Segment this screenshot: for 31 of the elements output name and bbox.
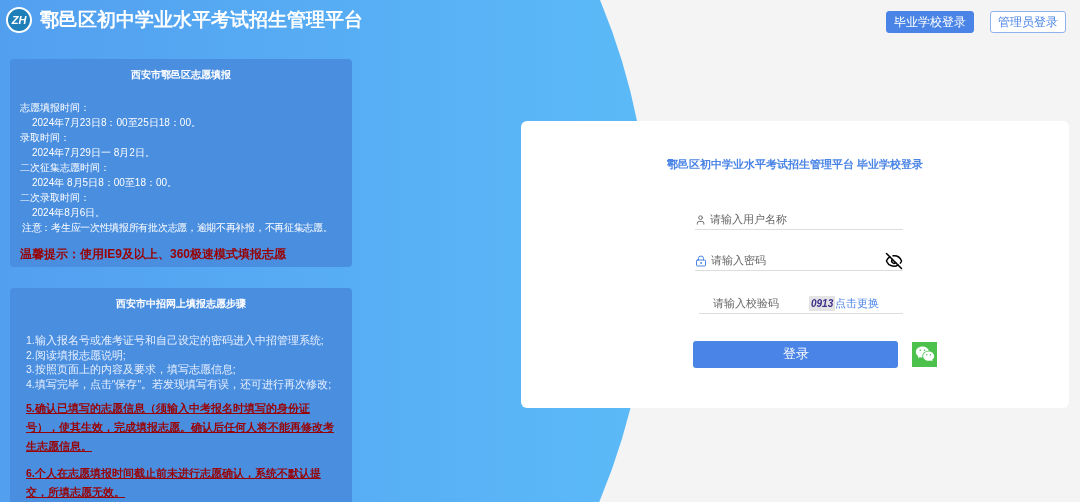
- user-icon: [695, 213, 707, 226]
- site-title: 鄠邑区初中学业水平考试招生管理平台: [40, 8, 363, 33]
- nav-button[interactable]: 管理员登录: [990, 11, 1066, 33]
- step-text: 5.确认已填写的志愿信息（须输入中考报名时填写的身份证号），使其生效，完成填报志愿。确认后任何人将不能再修改考生志愿信息。: [26, 401, 335, 454]
- login-button[interactable]: 登录: [693, 340, 898, 368]
- step-text: 3.按照页面上的内容及要求，填写志愿信息;: [26, 362, 237, 377]
- step-text: 1.输入报名号或准考证号和自己设定的密码进入中招管理系统;: [26, 333, 325, 348]
- warning-tip: 温馨提示：使用IE9及以上、360极速模式填报志愿: [20, 245, 288, 263]
- lock-icon: [695, 254, 707, 267]
- captcha-field[interactable]: 请输入校验码: [699, 295, 809, 312]
- panel-title: 西安市鄠邑区志愿填报: [130, 67, 232, 82]
- panel-title: 西安市中招网上填报志愿步骤: [115, 297, 247, 311]
- eye-slash-icon[interactable]: [885, 251, 903, 270]
- step-text: 6.个人在志愿填报时间截止前未进行志愿确认，系统不默认提交，所填志愿无效。: [26, 466, 322, 500]
- schedule-time: 2024年7月29日一 8月2日。: [31, 145, 156, 160]
- notice-text: 注意：考生应一次性填报所有批次志愿，逾期不再补报，不再征集志愿。: [21, 220, 334, 235]
- nav-button[interactable]: 毕业学校登录: [886, 11, 974, 33]
- schedule-label: 二次征集志愿时间：: [20, 160, 111, 175]
- captcha-image[interactable]: 0913: [809, 296, 836, 311]
- step-text: 4.填写完毕，点击"保存"。若发现填写有误，还可进行再次修改;: [26, 376, 333, 391]
- username-field[interactable]: 请输入用户名称: [710, 211, 903, 228]
- login-title: 鄠邑区初中学业水平考试招生管理平台 毕业学校登录: [666, 157, 924, 172]
- password-field[interactable]: 请输入密码: [711, 252, 881, 269]
- refresh-link[interactable]: 点击更换: [835, 295, 880, 312]
- schedule-label: 志愿填报时间：: [20, 100, 91, 115]
- schedule-time: 2024年8月6日。: [31, 205, 107, 220]
- schedule-time: 2024年7月23日8：00至25日18：00。: [31, 115, 202, 130]
- schedule-time: 2024年 8月5日8：00至18：00。: [31, 175, 179, 190]
- schedule-label: 录取时间：: [20, 130, 71, 145]
- step-text: 2.阅读填报志愿说明;: [26, 347, 127, 362]
- schedule-label: 二次录取时间：: [20, 190, 91, 205]
